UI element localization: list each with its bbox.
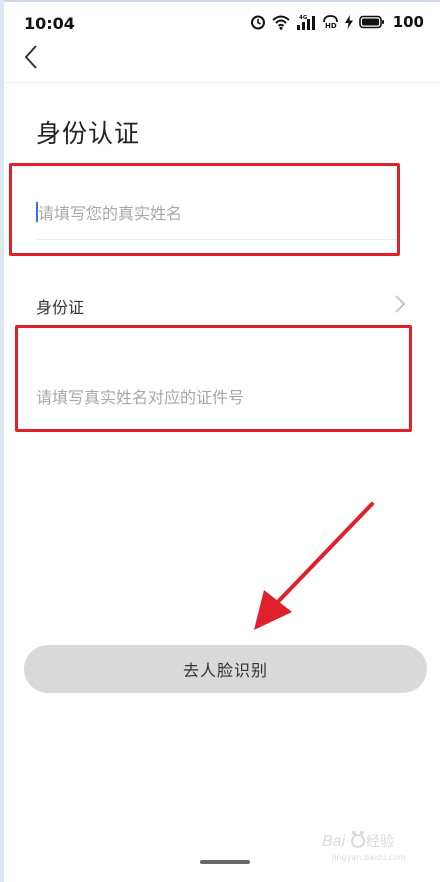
page-title: 身份认证 bbox=[36, 119, 141, 148]
wifi-icon bbox=[272, 15, 290, 30]
annotation-box-name bbox=[9, 163, 400, 256]
home-indicator[interactable] bbox=[200, 860, 250, 864]
cellular-signal-icon: 4G bbox=[296, 15, 315, 30]
back-button[interactable] bbox=[18, 42, 48, 72]
face-recognition-button[interactable]: 去人脸识别 bbox=[24, 645, 427, 693]
baidu-watermark-logo: Bai 经验 jingyan.baidu.com bbox=[322, 831, 406, 862]
hd-label: HD bbox=[325, 22, 337, 30]
svg-text:jingyan.baidu.com: jingyan.baidu.com bbox=[331, 853, 406, 862]
window-left-edge bbox=[0, 0, 4, 882]
id-type-selector[interactable]: 身份证 bbox=[36, 290, 406, 320]
charging-icon bbox=[344, 15, 353, 29]
annotation-box-id-number bbox=[15, 325, 412, 432]
chevron-right-icon bbox=[395, 295, 406, 313]
id-type-label: 身份证 bbox=[36, 298, 85, 317]
status-bar: 10:04 4G HD 100 bbox=[0, 0, 440, 44]
header-divider bbox=[4, 82, 440, 83]
annotation-arrow bbox=[254, 502, 374, 630]
hd-icon: HD bbox=[322, 15, 338, 30]
status-time: 10:04 bbox=[24, 14, 75, 33]
battery-icon bbox=[358, 15, 384, 29]
svg-text:Bai: Bai bbox=[322, 833, 346, 850]
chevron-left-icon bbox=[24, 45, 37, 69]
svg-text:经验: 经验 bbox=[366, 834, 394, 850]
status-icons: 4G HD 100 bbox=[250, 13, 424, 31]
alarm-icon bbox=[250, 15, 265, 30]
network-type-label: 4G bbox=[299, 15, 308, 21]
battery-level: 100 bbox=[392, 13, 424, 31]
